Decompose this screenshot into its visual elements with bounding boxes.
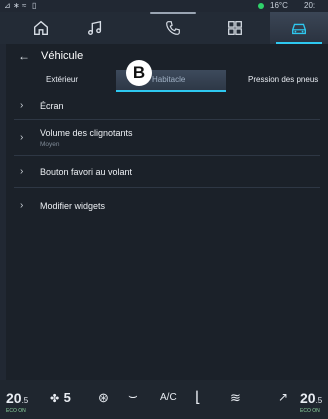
chevron-right-icon: › (20, 200, 24, 211)
tab-habitacle[interactable]: Habitacle (152, 75, 185, 84)
seat-heating-icon[interactable]: ⌣ (128, 388, 138, 405)
list-item[interactable]: › Volume des clignotants Moyen (6, 122, 328, 152)
page-title: Véhicule (41, 50, 84, 62)
notification-icon: ▯ (32, 1, 37, 10)
music-icon (88, 20, 102, 35)
phone-icon (166, 21, 180, 35)
nav-home[interactable] (14, 12, 68, 44)
nav-media[interactable] (68, 12, 122, 44)
list-item[interactable]: › Bouton favori au volant (6, 160, 328, 184)
list-item-label: Écran (40, 101, 64, 111)
tab-pression-pneus[interactable]: Pression des pneus (248, 75, 318, 84)
status-bar: ⊿ ∗ ≈ ▯ 16°C 20: (0, 0, 328, 12)
ac-button[interactable]: A/C (160, 392, 177, 403)
tab-active-indicator (116, 90, 226, 92)
right-temperature[interactable]: 20.5 ECO ON (300, 390, 322, 414)
top-navigation (0, 12, 328, 44)
status-dot-icon (258, 3, 264, 9)
divider (14, 187, 320, 188)
nav-vehicle[interactable] (272, 12, 326, 44)
list-item-label: Bouton favori au volant (40, 167, 133, 177)
chevron-right-icon: › (20, 166, 24, 177)
clock: 20: (304, 1, 316, 10)
wifi-icon: ≈ (22, 1, 27, 10)
left-temperature[interactable]: 20.5 ECO ON (6, 390, 28, 414)
vehicle-icon (292, 23, 306, 35)
list-item-label: Volume des clignotants (40, 128, 133, 138)
nav-phone[interactable] (146, 12, 200, 44)
outside-temperature: 16°C (270, 1, 288, 10)
apps-icon (228, 21, 242, 35)
tab-exterieur[interactable]: Extérieur (46, 75, 78, 84)
chevron-right-icon: › (20, 132, 24, 143)
divider (14, 119, 320, 120)
climate-bar: 20.5 ECO ON ✤ 5 ⊛ ⌣ A/C ⌊ ≋ ↗ 20.5 ECO O… (0, 380, 328, 419)
defrost-icon[interactable]: ≋ (230, 390, 241, 406)
fan-icon: ✤ (50, 393, 60, 405)
list-item-label: Modifier widgets (40, 201, 106, 211)
fan-speed[interactable]: ✤ 5 (50, 389, 71, 407)
list-item-value: Moyen (40, 141, 60, 148)
back-arrow-icon[interactable]: ← (18, 49, 30, 63)
nav-apps[interactable] (208, 12, 262, 44)
bluetooth-icon: ∗ (13, 1, 20, 10)
divider (14, 155, 320, 156)
chevron-right-icon: › (20, 100, 24, 111)
list-item[interactable]: › Écran (6, 94, 328, 118)
panel-header: ← Véhicule (6, 44, 328, 70)
recirculation-icon[interactable]: ⊛ (98, 390, 109, 406)
signal-icon: ⊿ (4, 1, 11, 10)
home-icon (34, 20, 48, 35)
callout-badge: B (126, 60, 152, 86)
airflow-icon[interactable]: ↗ (278, 390, 288, 404)
settings-panel: ← Véhicule Extérieur Habitacle Pression … (6, 44, 328, 380)
list-item[interactable]: › Modifier widgets (6, 194, 328, 218)
seat-icon[interactable]: ⌊ (195, 388, 201, 406)
tab-bar: Extérieur Habitacle Pression des pneus (6, 70, 328, 92)
